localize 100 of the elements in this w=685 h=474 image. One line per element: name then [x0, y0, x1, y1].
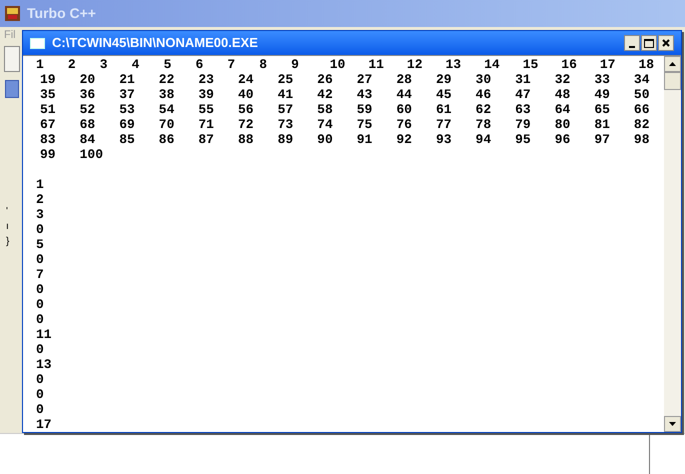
output-number: 57 [278, 102, 294, 117]
output-number: 5 [164, 57, 172, 72]
output-number: 0 [35, 222, 44, 237]
output-number: 60 [396, 102, 412, 117]
output-number: 33 [594, 72, 610, 87]
output-number: 92 [396, 132, 412, 147]
output-number: 3 [100, 57, 108, 72]
output-number: 70 [158, 117, 174, 132]
output-number: 99 [40, 147, 56, 162]
output-number: 29 [436, 72, 452, 87]
output-number: 68 [80, 117, 96, 132]
output-number: 71 [198, 117, 214, 132]
output-number: 45 [436, 87, 452, 102]
output-number: 85 [119, 132, 135, 147]
output-number: 90 [317, 132, 333, 147]
code-fragment: ı [6, 220, 10, 234]
output-number: 39 [198, 87, 214, 102]
output-number: 0 [35, 387, 44, 402]
output-number: 26 [317, 72, 333, 87]
output-number: 24 [238, 72, 254, 87]
output-number: 0 [35, 312, 44, 327]
output-number: 74 [317, 117, 333, 132]
output-number: 84 [80, 132, 96, 147]
output-number: 53 [119, 102, 135, 117]
output-number: 78 [476, 117, 492, 132]
output-number: 82 [634, 117, 650, 132]
output-number: 4 [132, 57, 140, 72]
output-number: 30 [476, 72, 492, 87]
output-number: 62 [476, 102, 492, 117]
output-number: 8 [259, 57, 268, 72]
output-number: 73 [278, 117, 294, 132]
output-number: 7 [35, 267, 44, 282]
output-number: 13 [35, 357, 52, 372]
output-number: 2 [35, 192, 44, 207]
output-number: 35 [40, 87, 56, 102]
output-number: 40 [238, 87, 254, 102]
output-number: 44 [396, 87, 412, 102]
output-number: 86 [158, 132, 174, 147]
output-number: 79 [515, 117, 531, 132]
output-number: 51 [40, 102, 56, 117]
output-number: 72 [238, 117, 254, 132]
output-number: 54 [158, 102, 174, 117]
output-number: 23 [198, 72, 214, 87]
output-number: 16 [561, 57, 577, 72]
output-number: 76 [396, 117, 412, 132]
output-number: 0 [35, 282, 44, 297]
output-number: 14 [484, 57, 500, 72]
output-number: 15 [522, 57, 538, 72]
output-number: 17 [35, 417, 52, 432]
output-number: 34 [634, 72, 650, 87]
output-number: 98 [634, 132, 650, 147]
output-number: 49 [594, 87, 610, 102]
output-number: 67 [40, 117, 56, 132]
output-number: 0 [35, 252, 44, 267]
output-number: 80 [554, 117, 570, 132]
output-number: 93 [436, 132, 452, 147]
output-number: 55 [198, 102, 214, 117]
code-fragment: } [6, 235, 10, 249]
output-number: 58 [317, 102, 333, 117]
output-number: 32 [554, 72, 570, 87]
output-number: 7 [227, 57, 236, 72]
output-number: 1 [35, 177, 44, 192]
output-number: 48 [554, 87, 570, 102]
app-title: Turbo C++ [27, 4, 96, 23]
output-number: 27 [356, 72, 372, 87]
output-number: 21 [119, 72, 135, 87]
output-number: 31 [515, 72, 531, 87]
output-number: 20 [80, 72, 96, 87]
output-number: 0 [35, 297, 44, 312]
output-number: 0 [35, 372, 44, 387]
output-number: 47 [515, 87, 531, 102]
output-number: 17 [600, 57, 616, 72]
output-number: 97 [594, 132, 610, 147]
code-fragment: ' [6, 205, 9, 219]
output-number: 96 [554, 132, 570, 147]
output-number: 100 [80, 147, 103, 162]
output-number: 75 [356, 117, 372, 132]
output-number: 6 [195, 57, 204, 72]
output-number: 19 [40, 72, 56, 87]
output-number: 18 [638, 57, 654, 72]
output-number: 50 [634, 87, 650, 102]
output-number: 28 [396, 72, 412, 87]
output-number: 13 [446, 57, 462, 72]
output-number: 87 [198, 132, 214, 147]
output-number: 65 [594, 102, 610, 117]
output-number: 64 [554, 102, 570, 117]
output-number: 95 [515, 132, 531, 147]
output-number: 22 [158, 72, 174, 87]
output-number: 36 [80, 87, 96, 102]
output-number: 66 [634, 102, 650, 117]
output-number: 37 [119, 87, 135, 102]
output-number: 5 [35, 237, 44, 252]
output-number: 69 [119, 117, 135, 132]
output-number: 77 [436, 117, 452, 132]
output-number: 83 [40, 132, 56, 147]
output-number: 56 [238, 102, 254, 117]
output-number: 2 [68, 57, 76, 72]
output-number: 11 [368, 57, 384, 72]
menu-item[interactable]: Fil [4, 26, 16, 44]
output-number: 91 [356, 132, 372, 147]
